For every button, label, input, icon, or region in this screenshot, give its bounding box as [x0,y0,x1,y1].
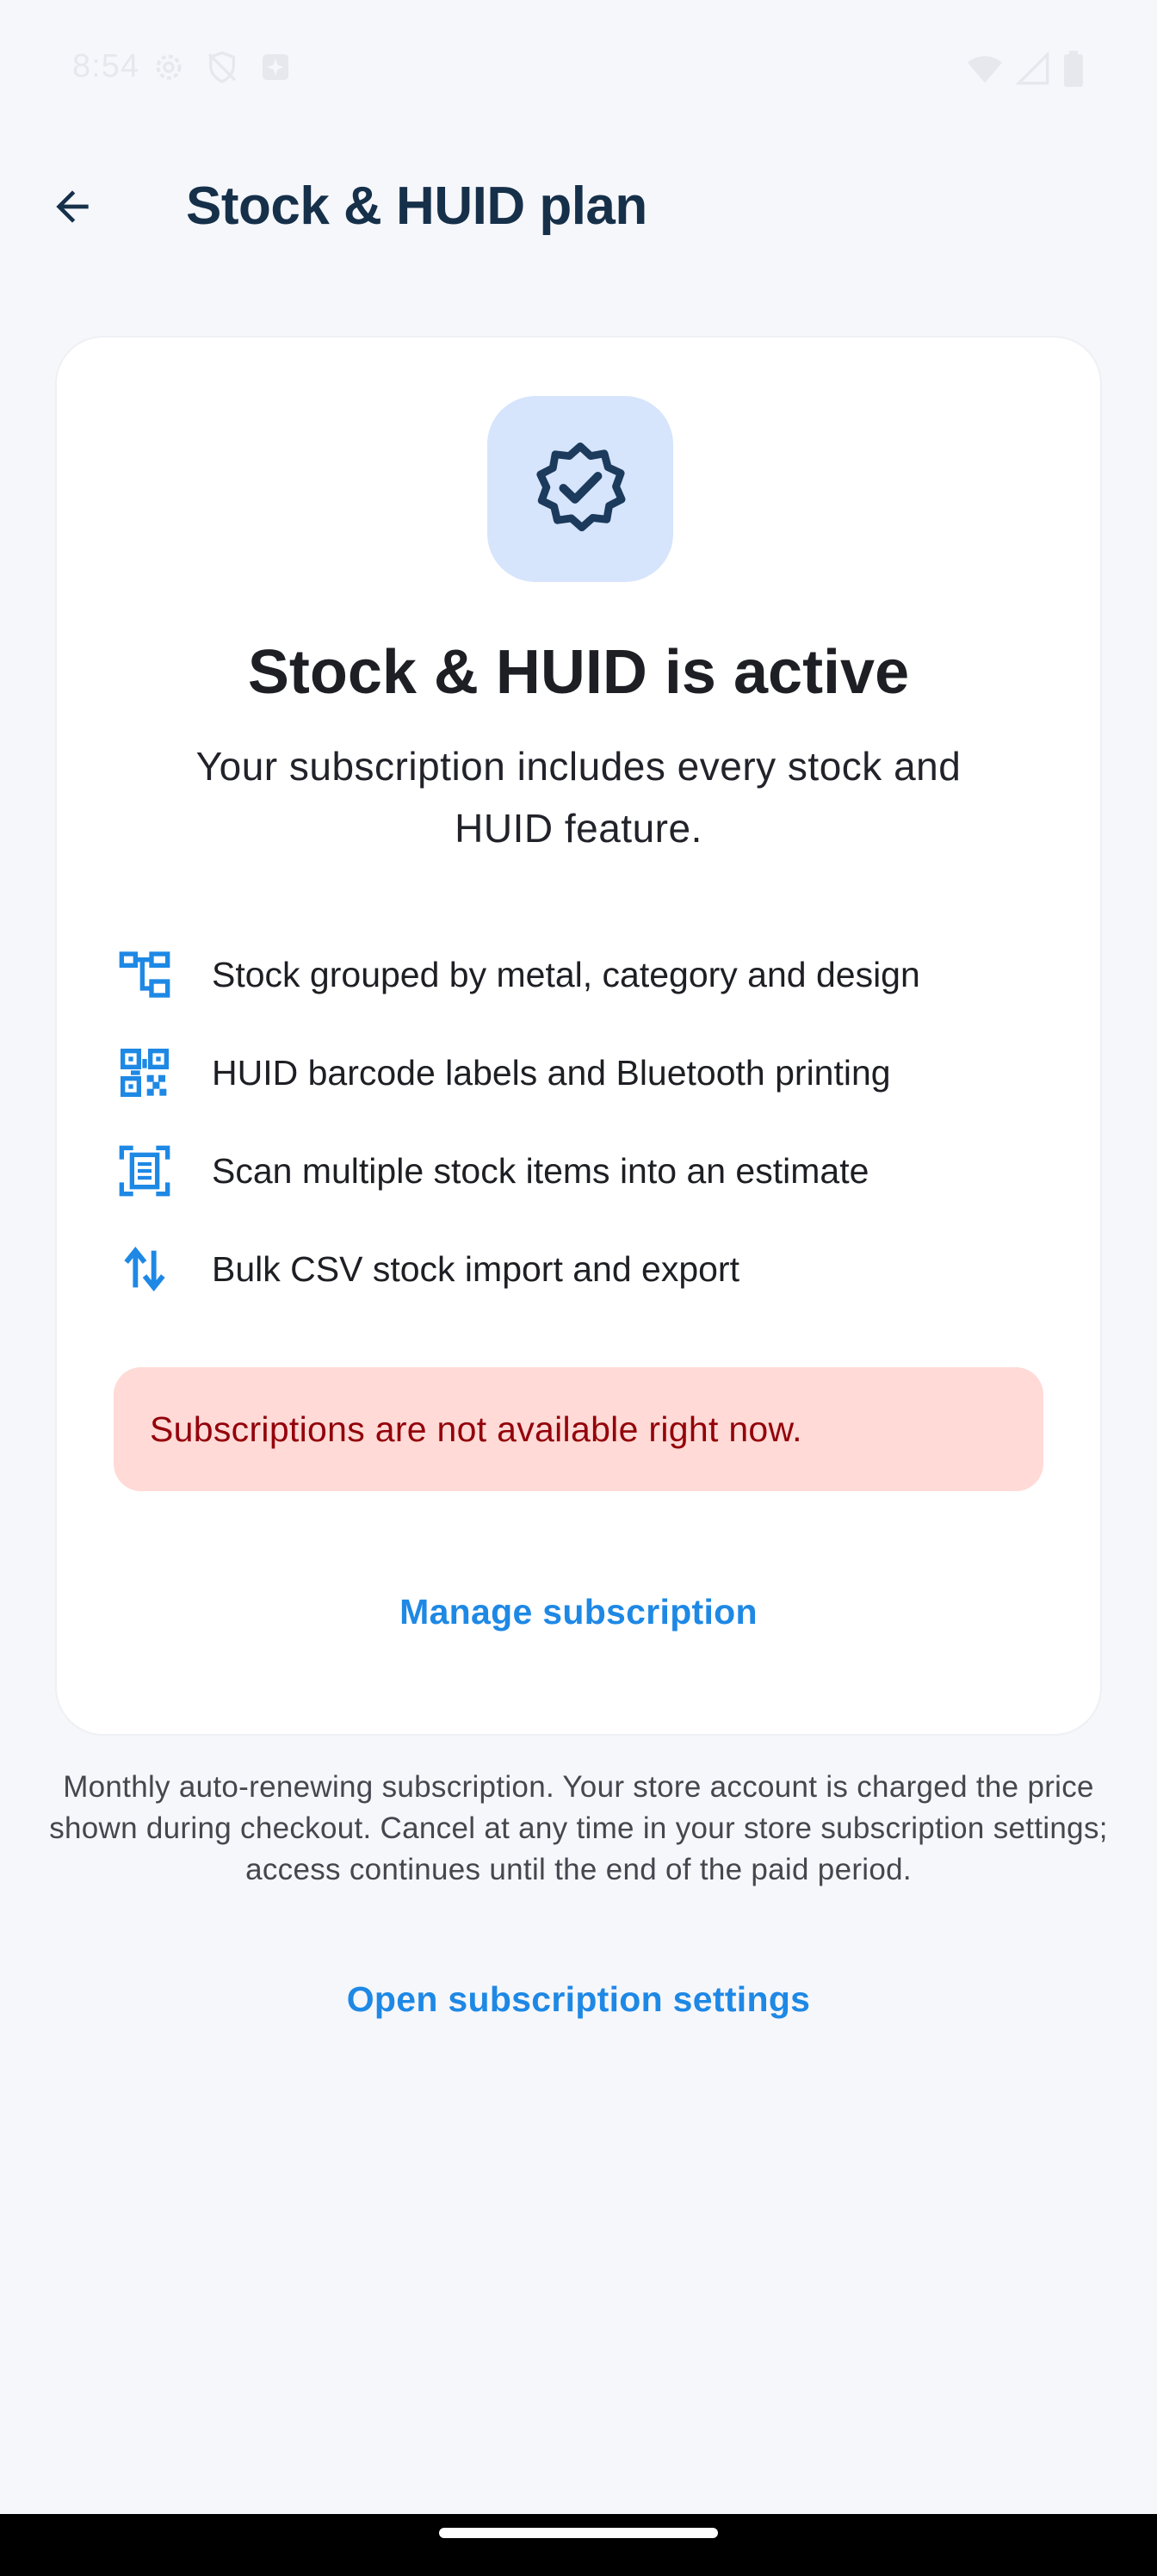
qr-code-icon [117,1045,172,1100]
settings-gear-icon [152,50,186,84]
feature-label: HUID barcode labels and Bluetooth printi… [212,1052,891,1093]
arrow-back-icon [48,183,96,235]
error-message: Subscriptions are not available right no… [150,1409,802,1449]
battery-icon [1062,50,1085,88]
manage-subscription-button[interactable]: Manage subscription [341,1569,816,1655]
shield-off-icon [205,50,239,84]
feature-item-scan-estimate: Scan multiple stock items into an estima… [117,1136,1064,1205]
gesture-handle[interactable] [439,2528,718,2538]
subscription-screen: 8:54 Stock & HUID plan Stock & HUID is a… [0,0,1157,2576]
manage-subscription-label: Manage subscription [399,1591,758,1632]
error-banner: Subscriptions are not available right no… [114,1367,1043,1491]
feature-label: Scan multiple stock items into an estima… [212,1150,869,1191]
open-subscription-settings-label: Open subscription settings [346,1978,811,2019]
wifi-icon [966,52,1004,86]
feature-label: Stock grouped by metal, category and des… [212,954,920,994]
status-time: 8:54 [72,48,139,84]
status-bar: 8:54 [0,0,1157,138]
plan-status-card: Stock & HUID is active Your subscription… [55,336,1102,1736]
feature-item-stock-grouping: Stock grouped by metal, category and des… [117,940,1064,1009]
account-tree-icon [117,947,172,1002]
sparkle-notification-icon [258,50,293,84]
badge-tile [487,396,673,582]
document-scanner-icon [117,1143,172,1198]
subscription-terms-text: Monthly auto-renewing subscription. Your… [49,1770,1108,1886]
feature-label: Bulk CSV stock import and export [212,1248,739,1289]
cell-signal-icon [1016,52,1050,86]
verified-badge-icon [532,439,628,540]
plan-active-title: Stock & HUID is active [247,638,910,707]
status-system-icons [966,50,1085,88]
system-navigation-bar [0,2514,1157,2576]
top-app-bar: Stock & HUID plan [0,138,1157,276]
open-subscription-settings-link[interactable]: Open subscription settings [320,1963,837,2035]
page-title: Stock & HUID plan [186,176,647,236]
plan-description: Your subscription includes every stock a… [195,744,962,851]
back-button[interactable] [34,170,110,246]
import-export-icon [117,1242,172,1297]
feature-item-csv-import-export: Bulk CSV stock import and export [117,1235,1064,1303]
feature-item-huid-labels: HUID barcode labels and Bluetooth printi… [117,1038,1064,1107]
status-notification-icons [152,50,293,84]
